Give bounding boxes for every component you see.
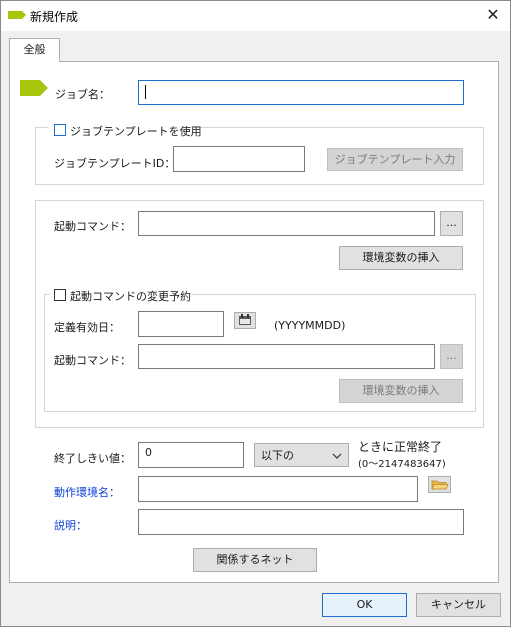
reserved-command-input[interactable] bbox=[138, 344, 435, 369]
threshold-condition-select[interactable]: 以下の bbox=[254, 443, 349, 467]
calendar-icon[interactable] bbox=[234, 312, 256, 329]
reserved-command-browse-button[interactable]: ... bbox=[440, 344, 463, 369]
environment-name-input[interactable] bbox=[138, 476, 418, 502]
ok-button[interactable]: OK bbox=[322, 593, 407, 617]
effective-date-label: 定義有効日： bbox=[54, 321, 120, 334]
window-title: 新規作成 bbox=[30, 10, 79, 24]
chevron-down-icon bbox=[332, 453, 342, 459]
cancel-button[interactable]: キャンセル bbox=[416, 593, 501, 617]
date-format-hint: (YYYYMMDD) bbox=[274, 319, 346, 332]
tab-general[interactable]: 全般 bbox=[9, 38, 60, 62]
end-threshold-label: 終了しきい値： bbox=[54, 452, 131, 465]
description-label[interactable]: 説明： bbox=[54, 517, 87, 533]
close-icon[interactable]: ✕ bbox=[480, 3, 506, 27]
threshold-condition-value: 以下の bbox=[261, 449, 294, 462]
start-command-browse-button[interactable]: ... bbox=[440, 211, 463, 236]
template-id-input[interactable] bbox=[173, 146, 305, 172]
change-reservation-checkbox[interactable] bbox=[54, 289, 66, 301]
insert-env-var-button[interactable]: 環境変数の挿入 bbox=[339, 246, 463, 270]
folder-icon[interactable] bbox=[428, 476, 451, 493]
related-net-button[interactable]: 関係するネット bbox=[193, 548, 317, 572]
use-template-checkbox[interactable] bbox=[54, 124, 66, 136]
job-tag-icon bbox=[8, 11, 26, 19]
threshold-suffix: ときに正常終了 bbox=[358, 440, 443, 454]
template-input-button[interactable]: ジョブテンプレート入力 bbox=[327, 148, 463, 171]
job-tag-large-icon bbox=[20, 80, 48, 96]
start-command-label: 起動コマンド： bbox=[54, 220, 131, 233]
job-name-label: ジョブ名： bbox=[55, 88, 110, 101]
job-name-input[interactable] bbox=[138, 80, 464, 105]
description-input[interactable] bbox=[138, 509, 464, 535]
text-cursor bbox=[145, 85, 146, 99]
reserved-command-label: 起動コマンド： bbox=[54, 354, 131, 367]
change-reservation-label: 起動コマンドの変更予約 bbox=[70, 290, 191, 303]
threshold-range: (0〜2147483647) bbox=[358, 459, 446, 470]
template-id-label: ジョブテンプレートID： bbox=[54, 157, 176, 170]
start-command-input[interactable] bbox=[138, 211, 435, 236]
end-threshold-input[interactable]: 0 bbox=[138, 442, 244, 468]
reserved-insert-env-var-button[interactable]: 環境変数の挿入 bbox=[339, 379, 463, 403]
environment-name-label[interactable]: 動作環境名： bbox=[54, 484, 120, 500]
effective-date-input[interactable] bbox=[138, 311, 224, 337]
use-template-label: ジョブテンプレートを使用 bbox=[70, 125, 202, 138]
